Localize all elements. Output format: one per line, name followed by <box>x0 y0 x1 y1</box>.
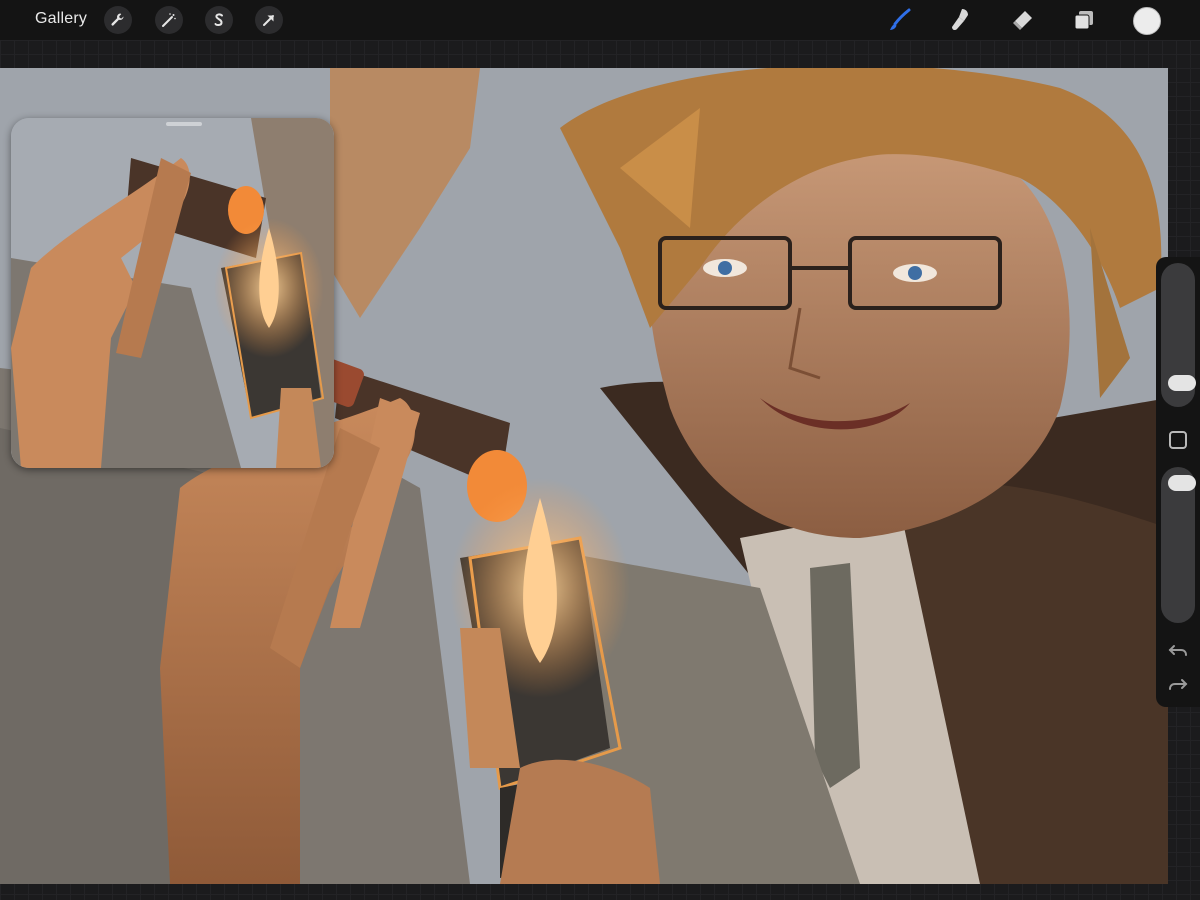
reference-grab-handle[interactable] <box>166 122 202 126</box>
sidebar <box>1156 257 1200 707</box>
reference-image <box>11 118 334 468</box>
redo-icon[interactable] <box>1166 673 1190 697</box>
gallery-button[interactable]: Gallery <box>35 10 87 28</box>
brush-icon[interactable] <box>886 6 914 34</box>
selection-icon[interactable] <box>205 6 233 34</box>
top-toolbar: Gallery <box>0 0 1200 40</box>
wrench-icon[interactable] <box>104 6 132 34</box>
opacity-slider[interactable] <box>1161 467 1196 623</box>
reference-window[interactable] <box>11 118 334 468</box>
brush-size-slider[interactable] <box>1161 263 1196 407</box>
eraser-icon[interactable] <box>1009 6 1037 34</box>
layers-icon[interactable] <box>1070 6 1098 34</box>
transform-arrow-icon[interactable] <box>255 6 283 34</box>
brush-size-thumb[interactable] <box>1168 375 1196 391</box>
smudge-icon[interactable] <box>947 6 975 34</box>
modifier-square-icon[interactable] <box>1169 431 1187 449</box>
magic-wand-icon[interactable] <box>155 6 183 34</box>
opacity-thumb[interactable] <box>1168 475 1196 491</box>
color-picker-button[interactable] <box>1133 7 1161 35</box>
artwork-canvas[interactable] <box>0 68 1168 884</box>
undo-icon[interactable] <box>1166 639 1190 663</box>
